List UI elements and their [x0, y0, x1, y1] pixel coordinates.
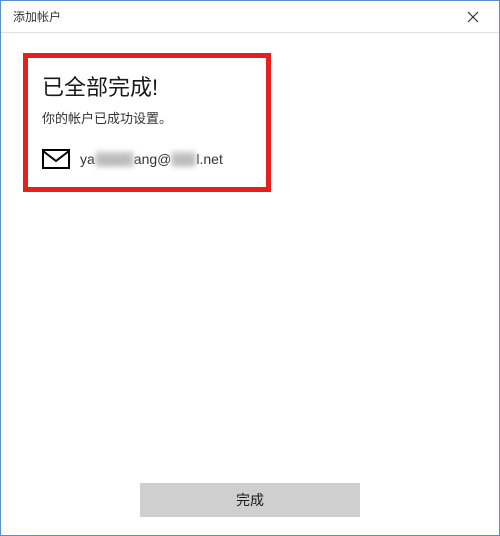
close-icon: [467, 11, 479, 23]
highlight-box: 已全部完成! 你的帐户已成功设置。 yaxxxxxang@xxxl.net: [23, 53, 271, 192]
email-row: yaxxxxxang@xxxl.net: [42, 149, 252, 169]
done-button[interactable]: 完成: [140, 483, 360, 517]
close-button[interactable]: [459, 3, 487, 31]
email-prefix: ya: [80, 151, 95, 167]
titlebar: 添加帐户: [1, 1, 499, 33]
dialog-content: 已全部完成! 你的帐户已成功设置。 yaxxxxxang@xxxl.net: [1, 33, 499, 469]
email-mid: ang@: [134, 151, 172, 167]
mail-icon: [42, 149, 70, 169]
success-subtext: 你的帐户已成功设置。: [42, 108, 252, 127]
email-suffix: l.net: [196, 151, 222, 167]
success-heading: 已全部完成!: [42, 70, 252, 102]
email-redacted: xxxxx: [95, 151, 134, 167]
window-title: 添加帐户: [13, 8, 61, 25]
email-redacted2: xxx: [171, 151, 196, 167]
dialog-window: 添加帐户 已全部完成! 你的帐户已成功设置。 yaxxxxxang@xxxl.n…: [0, 0, 500, 536]
dialog-footer: 完成: [1, 469, 499, 535]
account-email: yaxxxxxang@xxxl.net: [80, 151, 223, 167]
